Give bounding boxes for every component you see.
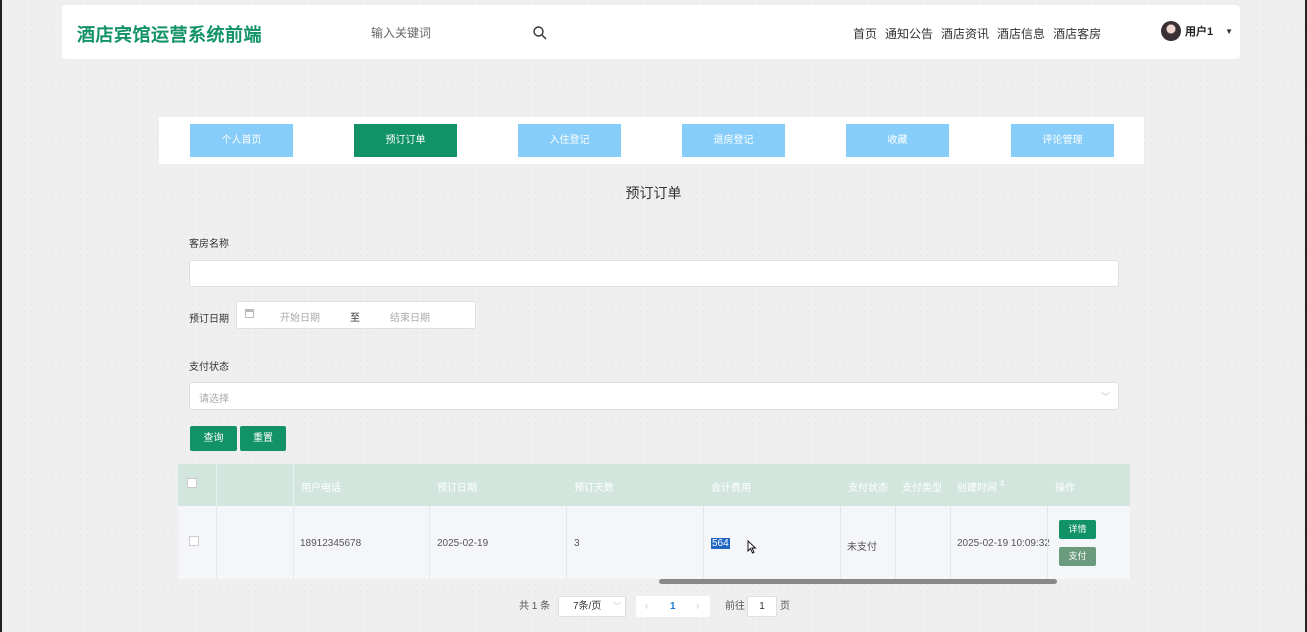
pay-status-placeholder: 请选择 <box>199 394 229 405</box>
reset-button[interactable]: 重置 <box>240 426 286 451</box>
page-size-value: 7条/页 <box>573 601 602 612</box>
nav-hotel-news[interactable]: 酒店资讯 <box>941 25 989 42</box>
nav-hotel-rooms[interactable]: 酒店客房 <box>1053 25 1101 42</box>
goto-label: 前往 <box>725 601 745 612</box>
user-menu[interactable]: 用户1 ▼ <box>1161 21 1233 41</box>
chevron-down-icon: ﹀ <box>1100 392 1110 402</box>
orders-table: 用户电话 预订日期 预订天数 合计费用 支付状态 支付类型 创建时间 ⇕ 操作 … <box>178 464 1130 579</box>
booking-date-label: 预订日期 <box>189 314 229 325</box>
pagination-total: 共 1 条 <box>519 601 551 612</box>
table-header: 用户电话 预订日期 预订天数 合计费用 支付状态 支付类型 创建时间 ⇕ 操作 <box>178 464 1130 506</box>
end-date-input[interactable]: 结束日期 <box>390 309 430 324</box>
pay-button[interactable]: 支付 <box>1059 547 1096 566</box>
window-edge-left <box>0 0 2 632</box>
col-actions: 操作 <box>1055 483 1075 494</box>
tab-check-in[interactable]: 入住登记 <box>518 124 621 157</box>
page-number-current[interactable]: 1 <box>670 597 676 616</box>
search-bar <box>362 23 622 43</box>
next-page-icon[interactable]: › <box>696 597 699 616</box>
site-brand[interactable]: 酒店宾馆运营系统前端 <box>77 21 262 47</box>
center-tabbar: 个人首页 预订订单 入住登记 退房登记 收藏 评论管理 <box>159 117 1144 164</box>
top-header: 酒店宾馆运营系统前端 首页 通知公告 酒店资讯 酒店信息 酒店客房 用户1 ▼ <box>62 5 1240 59</box>
row-checkbox[interactable] <box>189 536 199 546</box>
tab-personal-home[interactable]: 个人首页 <box>190 124 293 157</box>
detail-button[interactable]: 详情 <box>1059 520 1096 539</box>
nav-hotel-info[interactable]: 酒店信息 <box>997 25 1045 42</box>
cell-total: 564 <box>711 538 730 549</box>
col-pay-type: 支付类型 <box>902 483 942 494</box>
page-suffix: 页 <box>780 601 790 612</box>
cell-phone: 18912345678 <box>300 538 362 549</box>
start-date-input[interactable]: 开始日期 <box>280 309 320 324</box>
cell-created-time: 2025-02-19 10:09:32 <box>957 538 1050 549</box>
cell-days: 3 <box>574 538 580 549</box>
pay-status-select[interactable]: 请选择 ﹀ <box>189 382 1119 410</box>
date-separator: 至 <box>350 313 360 324</box>
search-icon[interactable] <box>532 25 548 41</box>
room-name-label: 客房名称 <box>189 239 229 250</box>
page-nav: ‹ 1 › <box>636 596 710 617</box>
avatar[interactable] <box>1161 21 1181 41</box>
page-title: 预订订单 <box>625 185 682 201</box>
col-days: 预订天数 <box>574 483 614 494</box>
goto-page-input[interactable]: 1 <box>747 596 777 617</box>
cell-pay-status: 未支付 <box>847 542 877 553</box>
user-name[interactable]: 用户1 <box>1185 23 1213 39</box>
prev-page-icon[interactable]: ‹ <box>645 597 648 616</box>
page-size-select[interactable]: 7条/页 ﹀ <box>558 596 626 617</box>
tab-favorites[interactable]: 收藏 <box>846 124 949 157</box>
pay-status-label: 支付状态 <box>189 362 229 373</box>
tab-check-out[interactable]: 退房登记 <box>682 124 785 157</box>
col-pay-status: 支付状态 <box>848 483 888 494</box>
col-phone: 用户电话 <box>301 483 341 494</box>
chevron-down-icon: ﹀ <box>613 602 621 611</box>
nav-home[interactable]: 首页 <box>853 25 877 42</box>
room-name-input[interactable] <box>189 260 1119 287</box>
col-date: 预订日期 <box>437 483 477 494</box>
date-range-picker[interactable]: 开始日期 至 结束日期 <box>236 301 476 329</box>
sort-icon[interactable]: ⇕ <box>999 479 1006 488</box>
tab-comments[interactable]: 评论管理 <box>1011 124 1114 157</box>
chevron-down-icon[interactable]: ▼ <box>1225 27 1233 36</box>
tab-booking-orders[interactable]: 预订订单 <box>354 124 457 157</box>
cell-date: 2025-02-19 <box>437 538 489 549</box>
mouse-cursor-icon <box>747 540 757 554</box>
main-nav: 首页 通知公告 酒店资讯 酒店信息 酒店客房 <box>853 25 1101 42</box>
calendar-icon <box>245 309 254 318</box>
table-row: 18912345678 2025-02-19 3 564 未支付 2025-02… <box>178 506 1130 579</box>
col-total: 合计费用 <box>711 483 751 494</box>
query-button[interactable]: 查询 <box>190 426 237 451</box>
nav-notices[interactable]: 通知公告 <box>885 25 933 42</box>
table-horizontal-scrollbar[interactable] <box>659 579 1057 584</box>
col-created-time[interactable]: 创建时间 <box>957 479 997 494</box>
select-all-checkbox[interactable] <box>187 478 197 488</box>
